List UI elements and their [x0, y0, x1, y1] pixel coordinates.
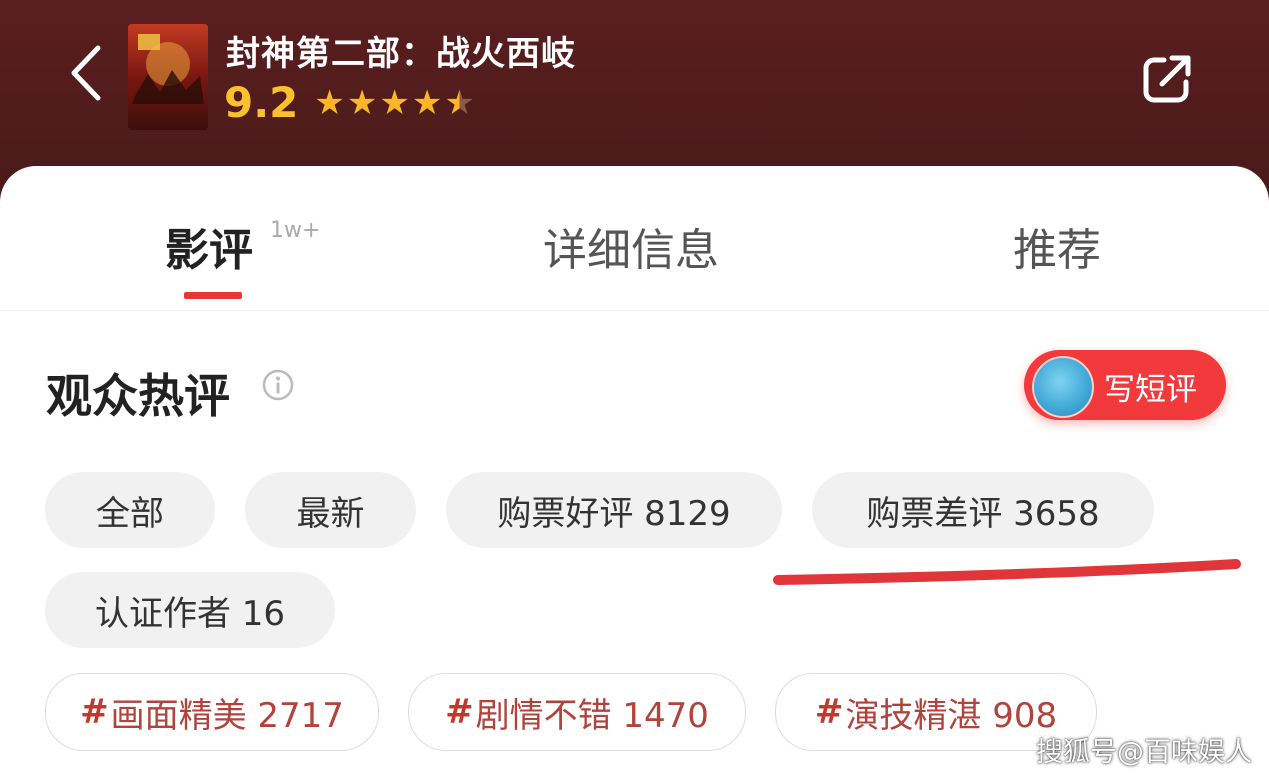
- hash-icon: #: [814, 692, 844, 732]
- filter-chip-all[interactable]: 全部: [45, 472, 215, 548]
- filter-chip-verified-authors[interactable]: 认证作者 16: [45, 572, 335, 648]
- content-card: 影评 1w+ 详细信息 推荐 观众热评 写短评 全部 最新 购票好评 8129 …: [0, 166, 1269, 778]
- star-half-icon: ★: [444, 82, 475, 123]
- chevron-left-icon: [71, 45, 101, 101]
- share-button[interactable]: [1140, 50, 1196, 106]
- section-title: 观众热评: [46, 369, 230, 423]
- filter-chip-latest[interactable]: 最新: [245, 472, 416, 548]
- poster-art: [128, 24, 208, 130]
- tag-label: 画面精美 2717: [110, 695, 344, 736]
- red-annotation-underline: [773, 559, 1241, 585]
- tab-bar: 影评 1w+ 详细信息 推荐: [0, 166, 1269, 311]
- filter-chip-positive[interactable]: 购票好评 8129: [446, 472, 782, 548]
- info-icon: [262, 369, 294, 401]
- tab-details[interactable]: 详细信息: [543, 214, 719, 278]
- filter-chip-negative[interactable]: 购票差评 3658: [812, 472, 1154, 548]
- rating-row: 9.2 ★ ★ ★ ★ ★: [224, 78, 477, 127]
- write-review-label: 写短评: [1104, 372, 1197, 408]
- back-button[interactable]: [60, 38, 120, 108]
- star-icon: ★: [346, 82, 378, 123]
- star-icon: ★: [411, 82, 443, 123]
- hash-icon: #: [80, 692, 109, 732]
- avatar: [1032, 356, 1094, 418]
- movie-poster[interactable]: [128, 24, 208, 130]
- tag-label: 演技精湛 908: [845, 695, 1058, 736]
- write-review-button[interactable]: 写短评: [1024, 350, 1226, 420]
- rating-score: 9.2: [224, 78, 299, 127]
- reviews-count-badge: 1w+: [270, 218, 321, 243]
- movie-title: 封神第二部：战火西岐: [226, 34, 576, 74]
- tag-chip-visuals[interactable]: # 画面精美 2717: [45, 673, 379, 751]
- tag-label: 剧情不错 1470: [475, 695, 709, 736]
- tab-reviews[interactable]: 影评: [165, 214, 253, 278]
- share-icon: [1143, 55, 1191, 103]
- info-button[interactable]: [261, 368, 295, 402]
- watermark: 搜狐号@百味娱人: [1036, 737, 1252, 768]
- hash-icon: #: [445, 692, 474, 732]
- star-icon: ★: [379, 82, 410, 123]
- tab-recommend[interactable]: 推荐: [1013, 214, 1101, 278]
- active-tab-indicator: [184, 292, 242, 299]
- star-icon: ★: [314, 82, 345, 123]
- rating-stars: ★ ★ ★ ★ ★: [314, 86, 476, 120]
- tag-chip-plot[interactable]: # 剧情不错 1470: [408, 673, 746, 751]
